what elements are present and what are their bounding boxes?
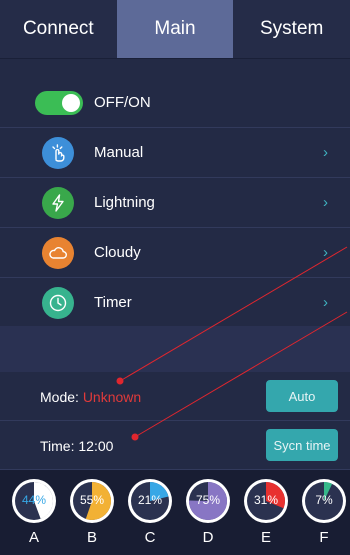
- gauge-percent: 7%: [315, 493, 333, 507]
- power-toggle[interactable]: [35, 90, 83, 115]
- tab-bar: Connect Main System: [0, 0, 350, 59]
- channel-gauge[interactable]: 44% A: [9, 478, 59, 546]
- time-row: Time: 12:00 Sycn time: [0, 421, 350, 470]
- chevron-right-icon: ›: [323, 144, 328, 161]
- channel-gauge[interactable]: 75% D: [183, 478, 233, 546]
- menu-item-label: Manual: [94, 144, 144, 161]
- power-row: OFF/ON: [0, 78, 350, 128]
- power-label: OFF/ON: [94, 94, 151, 111]
- chevron-right-icon: ›: [323, 294, 328, 311]
- menu-item-label: Lightning: [94, 194, 155, 211]
- menu-item-lightning[interactable]: Lightning ›: [0, 178, 350, 228]
- menu-item-manual[interactable]: Manual ›: [0, 128, 350, 178]
- clock-icon: [42, 286, 74, 319]
- chevron-right-icon: ›: [323, 194, 328, 211]
- gauge-percent: 44%: [21, 493, 47, 507]
- tab-system[interactable]: System: [233, 0, 350, 58]
- mode-menu: OFF/ON Manual › Lightning › Cloudy › Tim…: [0, 78, 350, 328]
- auto-button[interactable]: Auto: [266, 380, 338, 412]
- mode-row: Mode: Unknown Auto: [0, 372, 350, 421]
- mode-caption: Mode:: [40, 389, 79, 405]
- channel-gauge[interactable]: 21% C: [125, 478, 175, 546]
- channel-label: C: [144, 529, 156, 546]
- menu-item-cloudy[interactable]: Cloudy ›: [0, 228, 350, 278]
- channel-gauges: 44% A 55% B 21% C 75% D 31% E 7% F: [0, 470, 350, 555]
- chevron-right-icon: ›: [323, 244, 328, 261]
- divider-band: [0, 326, 350, 372]
- channel-gauge[interactable]: 7% F: [299, 478, 349, 546]
- channel-label: E: [260, 529, 271, 546]
- menu-item-label: Cloudy: [94, 244, 141, 261]
- gauge-percent: 55%: [79, 493, 105, 507]
- menu-item-label: Timer: [94, 294, 132, 311]
- channel-gauge[interactable]: 55% B: [67, 478, 117, 546]
- tab-main[interactable]: Main: [116, 0, 234, 58]
- cloud-icon: [42, 236, 74, 269]
- gauge-percent: 75%: [195, 493, 221, 507]
- toggle-knob: [62, 93, 80, 112]
- sync-time-button[interactable]: Sycn time: [266, 429, 338, 461]
- time-caption: Time:: [40, 438, 75, 454]
- channel-label: F: [319, 529, 329, 546]
- channel-gauge[interactable]: 31% E: [241, 478, 291, 546]
- mode-value: Unknown: [82, 389, 142, 405]
- menu-item-timer[interactable]: Timer ›: [0, 278, 350, 328]
- gauge-percent: 21%: [137, 493, 163, 507]
- time-value: 12:00: [78, 438, 114, 454]
- channel-label: D: [202, 529, 214, 546]
- channel-label: A: [28, 529, 39, 546]
- channel-label: B: [86, 529, 97, 546]
- tab-connect[interactable]: Connect: [0, 0, 117, 58]
- mode-label: Mode: Unknown: [40, 389, 141, 405]
- gauge-percent: 31%: [253, 493, 279, 507]
- lightning-icon: [42, 186, 74, 219]
- time-label: Time: 12:00: [40, 438, 113, 454]
- hand-tap-icon: [42, 136, 74, 169]
- app-screen: Connect Main System OFF/ON Manual › Ligh…: [0, 0, 350, 555]
